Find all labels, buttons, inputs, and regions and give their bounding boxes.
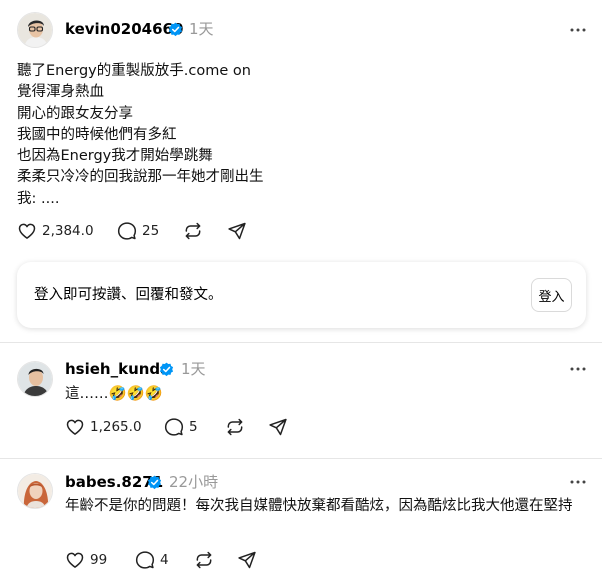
reply-text: 這……🤣🤣🤣 bbox=[65, 386, 163, 402]
share-icon bbox=[228, 222, 246, 240]
reply-time: 22小時 bbox=[169, 473, 219, 491]
post-username[interactable]: kevin0204660 bbox=[65, 19, 183, 39]
post-text: 聽了Energy的重製版放手.come on 覺得渾身熱血 開心的跟女友分享 我… bbox=[17, 63, 264, 207]
like-button[interactable]: 1,265.0 bbox=[65, 416, 142, 438]
reply-actions: 1,265.0 5 bbox=[65, 416, 325, 438]
repost-button[interactable] bbox=[183, 220, 203, 242]
like-count: 99 bbox=[90, 552, 108, 568]
comment-count: 5 bbox=[189, 419, 198, 435]
share-button[interactable] bbox=[227, 220, 247, 242]
more-options-icon[interactable] bbox=[568, 20, 588, 40]
comment-button[interactable]: 25 bbox=[117, 220, 159, 242]
repost-icon bbox=[196, 551, 212, 569]
like-button[interactable]: 2,384.0 bbox=[17, 220, 94, 242]
avatar[interactable] bbox=[17, 361, 53, 397]
comment-icon bbox=[164, 418, 184, 436]
more-options-icon[interactable] bbox=[568, 472, 588, 492]
divider bbox=[0, 458, 602, 459]
repost-icon bbox=[227, 418, 243, 436]
like-count: 1,265.0 bbox=[90, 419, 142, 435]
heart-icon bbox=[66, 419, 84, 435]
comment-count: 4 bbox=[160, 552, 169, 568]
verified-badge-icon bbox=[147, 475, 162, 490]
repost-button[interactable] bbox=[194, 549, 214, 571]
comment-button[interactable]: 4 bbox=[135, 549, 169, 571]
reply-username[interactable]: hsieh_kunda bbox=[65, 359, 170, 379]
login-prompt-card: 登入即可按讚、回覆和發文。 登入 bbox=[17, 262, 586, 328]
reply-actions: 99 4 bbox=[65, 549, 285, 571]
avatar[interactable] bbox=[17, 473, 53, 509]
more-options-icon[interactable] bbox=[568, 359, 588, 379]
share-button[interactable] bbox=[237, 549, 257, 571]
comment-button[interactable]: 5 bbox=[164, 416, 198, 438]
reply-time: 1天 bbox=[181, 360, 206, 378]
avatar[interactable] bbox=[17, 12, 53, 48]
login-prompt-text: 登入即可按讚、回覆和發文。 bbox=[34, 287, 223, 303]
heart-icon bbox=[18, 223, 36, 239]
login-button[interactable]: 登入 bbox=[531, 278, 572, 312]
like-count: 2,384.0 bbox=[42, 223, 94, 239]
verified-badge-icon bbox=[168, 22, 183, 37]
post-time: 1天 bbox=[189, 20, 214, 38]
repost-button[interactable] bbox=[225, 416, 245, 438]
repost-icon bbox=[185, 222, 201, 240]
reply-text: 年齡不是你的問題！每次我自媒體快放棄都看酷炫，因為酷炫比我大他還在堅持 bbox=[65, 498, 573, 514]
share-button[interactable] bbox=[268, 416, 288, 438]
comment-count: 25 bbox=[142, 223, 160, 239]
verified-badge-icon bbox=[159, 362, 174, 377]
divider bbox=[0, 342, 602, 343]
share-icon bbox=[269, 418, 287, 436]
post-actions: 2,384.0 25 bbox=[17, 220, 317, 242]
comment-icon bbox=[135, 551, 155, 569]
like-button[interactable]: 99 bbox=[65, 549, 107, 571]
comment-icon bbox=[117, 222, 137, 240]
share-icon bbox=[238, 551, 256, 569]
heart-icon bbox=[66, 552, 84, 568]
